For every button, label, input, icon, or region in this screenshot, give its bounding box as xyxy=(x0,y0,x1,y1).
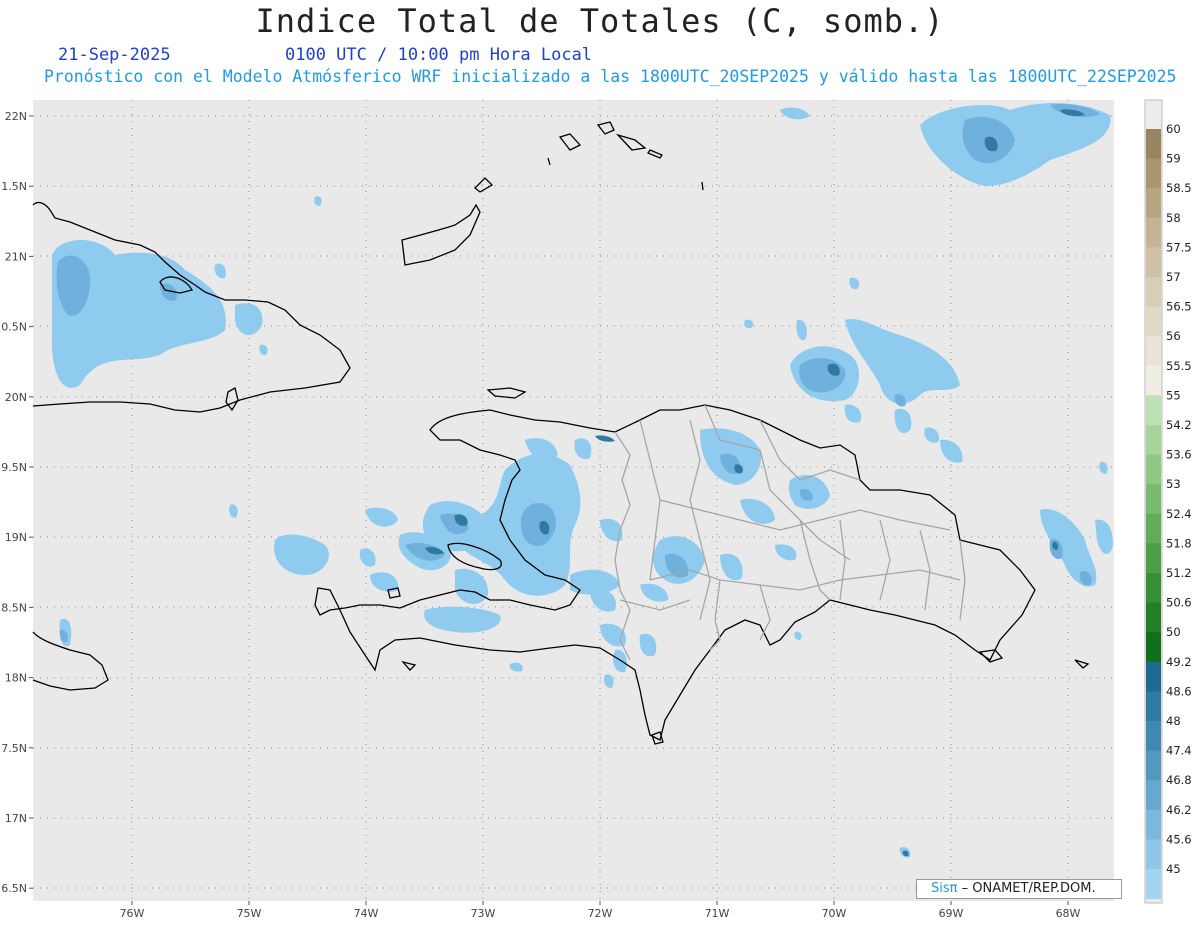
lat-tick-label: 1.5N xyxy=(1,180,27,193)
colorbar-label: 55 xyxy=(1166,388,1181,402)
colorbar-label: 55.5 xyxy=(1166,359,1192,373)
colorbar-label: 51.2 xyxy=(1166,566,1192,580)
colorbar-label: 50.6 xyxy=(1166,596,1192,610)
colorbar-label: 58.5 xyxy=(1166,181,1192,195)
lat-tick-label: 22N xyxy=(5,110,27,123)
lon-tick-label: 73W xyxy=(471,907,496,920)
colorbar-swatch xyxy=(1146,780,1161,811)
colorbar-label: 46.2 xyxy=(1166,803,1192,817)
colorbar-label: 48.6 xyxy=(1166,684,1192,698)
lon-tick-label: 72W xyxy=(588,907,613,920)
colorbar-label: 53 xyxy=(1166,477,1181,491)
colorbar-swatch xyxy=(1146,602,1161,633)
lat-tick-label: 8.5N xyxy=(1,601,27,614)
colorbar-swatch xyxy=(1146,365,1161,396)
lat-tick-label: 0.5N xyxy=(1,321,27,334)
credit-badge: Sisπ – ONAMET/REP.DOM. xyxy=(916,879,1122,899)
lat-tick-label: 9.5N xyxy=(1,461,27,474)
colorbar-swatch xyxy=(1146,513,1161,544)
lon-tick-label: 69W xyxy=(939,907,964,920)
lon-tick-label: 71W xyxy=(705,907,730,920)
colorbar-swatch xyxy=(1146,721,1161,752)
lat-tick-label: 21N xyxy=(5,250,27,263)
lon-tick-label: 76W xyxy=(120,907,145,920)
colorbar-swatch xyxy=(1146,809,1161,840)
lat-tick-label: 20N xyxy=(5,391,27,404)
colorbar-swatch xyxy=(1146,632,1161,663)
lon-tick-label: 74W xyxy=(354,907,379,920)
colorbar-label: 45.6 xyxy=(1166,832,1192,846)
colorbar-swatch xyxy=(1146,217,1161,248)
colorbar-label: 46.8 xyxy=(1166,773,1192,787)
colorbar-swatch xyxy=(1146,277,1161,308)
longitude-ticks: 76W 75W 74W 73W 72W 71W 70W 69W 68W xyxy=(120,901,1081,920)
colorbar-label: 53.6 xyxy=(1166,448,1192,462)
colorbar-swatch xyxy=(1146,247,1161,278)
credit-brand: Sisπ xyxy=(931,881,958,896)
map-canvas: 60 59 58.5 58 57.5 57 56.5 56 55.5 55 54.2 53.6 53 52… xyxy=(1,99,1192,920)
colorbar-label: 60 xyxy=(1166,122,1181,136)
colorbar-label: 47.4 xyxy=(1166,744,1192,758)
colorbar-label: 48 xyxy=(1166,714,1181,728)
colorbar-swatch xyxy=(1146,158,1161,189)
colorbar-label: 54.2 xyxy=(1166,418,1192,432)
lon-tick-label: 70W xyxy=(822,907,847,920)
lat-tick-label: 17N xyxy=(5,812,27,825)
colorbar-swatch xyxy=(1146,543,1161,574)
colorbar-labels: 60 59 58.5 58 57.5 57 56.5 56 55.5 55 54.2 53.6 53 52… xyxy=(1166,122,1192,876)
lon-tick-label: 75W xyxy=(237,907,262,920)
colorbar-swatch xyxy=(1146,691,1161,722)
colorbar-swatch xyxy=(1146,869,1161,900)
colorbar-swatch xyxy=(1146,661,1161,692)
colorbar-label: 52.4 xyxy=(1166,507,1192,521)
colorbar-swatch xyxy=(1146,573,1161,604)
colorbar-label: 56 xyxy=(1166,329,1181,343)
colorbar-label: 49.2 xyxy=(1166,655,1192,669)
colorbar-swatch xyxy=(1146,750,1161,781)
colorbar-label: 58 xyxy=(1166,211,1181,225)
colorbar-swatch xyxy=(1146,484,1161,515)
colorbar-label: 56.5 xyxy=(1166,300,1192,314)
lat-tick-label: 18N xyxy=(5,672,27,685)
colorbar-swatches xyxy=(1146,129,1161,900)
colorbar-swatch xyxy=(1146,454,1161,485)
lon-tick-label: 68W xyxy=(1056,907,1081,920)
colorbar-swatch xyxy=(1146,425,1161,456)
colorbar-label: 45 xyxy=(1166,862,1181,876)
colorbar-swatch xyxy=(1146,129,1161,160)
colorbar-label: 51.8 xyxy=(1166,536,1192,550)
lat-tick-label: 6.5N xyxy=(1,882,27,895)
lat-tick-label: 19N xyxy=(5,531,27,544)
colorbar-label: 57 xyxy=(1166,270,1181,284)
colorbar-swatch xyxy=(1146,336,1161,367)
colorbar-swatch xyxy=(1146,306,1161,337)
colorbar-swatch xyxy=(1146,395,1161,426)
colorbar-swatch xyxy=(1146,839,1161,870)
latitude-ticks: 22N 1.5N 21N 0.5N 20N 9.5N 19N 8.5N 18N 7.5N 17N 6.… xyxy=(1,110,33,895)
colorbar-label: 57.5 xyxy=(1166,240,1192,254)
colorbar-swatch xyxy=(1146,188,1161,219)
credit-text: – ONAMET/REP.DOM. xyxy=(961,881,1096,896)
lat-tick-label: 7.5N xyxy=(1,742,27,755)
colorbar-label: 50 xyxy=(1166,625,1181,639)
colorbar-label: 59 xyxy=(1166,152,1181,166)
